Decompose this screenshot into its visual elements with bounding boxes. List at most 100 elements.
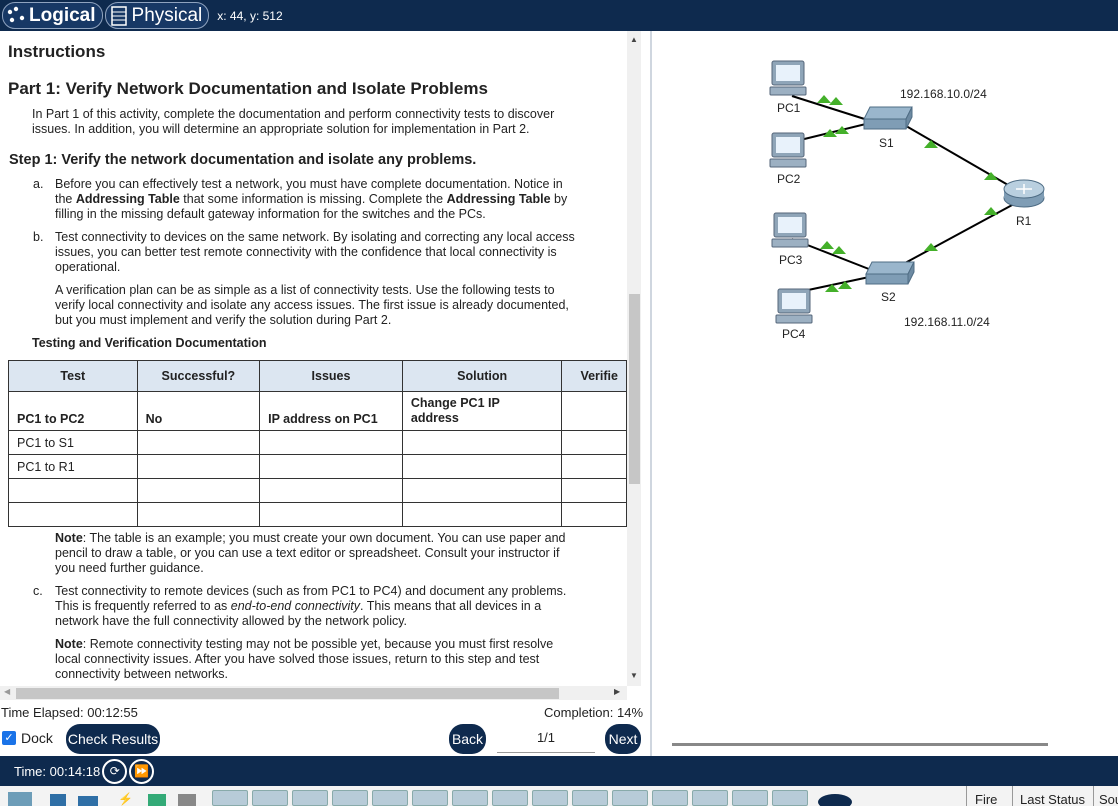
bottom-time-bar: Time: 00:14:18 ⟳ ⏩: [0, 756, 1118, 786]
item-b-text: Test connectivity to devices on the same…: [55, 230, 575, 275]
vp-line: A verification plan can be as simple as …: [55, 283, 555, 297]
switch-model-tile[interactable]: [372, 790, 408, 806]
physical-view-button[interactable]: Physical: [104, 2, 210, 29]
physical-rack-icon: [109, 5, 129, 26]
link-up-icon: [817, 95, 831, 103]
switch-model-tile[interactable]: [412, 790, 448, 806]
device-category-icon[interactable]: [148, 794, 166, 806]
item-a-line: the Addressing Table that some informati…: [55, 192, 567, 207]
table-cell: [561, 502, 627, 527]
scroll-right-icon[interactable]: ▶: [614, 687, 620, 696]
note-line: Note: Remote connectivity testing may no…: [55, 637, 553, 652]
note-line: local connectivity issues. After you hav…: [55, 652, 540, 666]
part-intro: In Part 1 of this activity, complete the…: [32, 107, 554, 137]
table-row: PC1 to R1: [8, 454, 627, 479]
switch-model-tile[interactable]: [612, 790, 648, 806]
lightning-icon[interactable]: ⚡: [118, 792, 133, 806]
pc1-icon[interactable]: [769, 60, 807, 96]
s1-label: S1: [879, 136, 894, 150]
check-results-button[interactable]: Check Results: [66, 724, 160, 754]
switch-model-tile[interactable]: [652, 790, 688, 806]
switch-model-tile[interactable]: [532, 790, 568, 806]
table-cell: [561, 454, 627, 479]
pc3-label: PC3: [779, 253, 803, 267]
device-toolbar: ⚡ Fire Last Status Sou: [0, 786, 1118, 806]
item-a-text: Before you can effectively test a networ…: [55, 177, 567, 222]
column-divider: [966, 786, 967, 806]
switch-model-tile[interactable]: [492, 790, 528, 806]
r1-router-icon[interactable]: [1003, 179, 1045, 208]
device-category-icon[interactable]: [178, 794, 196, 806]
source-column-header[interactable]: Sou: [1099, 792, 1118, 806]
fire-column-header[interactable]: Fire: [975, 792, 997, 806]
link-s1-r1: [893, 118, 1016, 190]
pc2-label: PC2: [777, 172, 801, 186]
logical-view-button[interactable]: Logical: [2, 2, 103, 29]
vp-line: verify local connectivity and isolate an…: [55, 298, 569, 312]
switch-model-tile[interactable]: [212, 790, 248, 806]
table-row: PC1 to PC2 No IP address on PC1 Change P…: [8, 391, 627, 431]
item-c-line: Test connectivity to remote devices (suc…: [55, 584, 567, 598]
note-line: connectivity between networks.: [55, 667, 229, 681]
item-b-line: operational.: [55, 260, 121, 274]
s2-switch-icon[interactable]: [865, 261, 915, 285]
table-cell: No: [136, 391, 261, 431]
device-category-icon[interactable]: [78, 796, 98, 806]
verification-plan-text: A verification plan can be as simple as …: [55, 283, 569, 328]
table-cell: PC1 to S1: [8, 430, 138, 455]
dock-checkbox[interactable]: ✓: [2, 731, 16, 745]
scroll-up-icon[interactable]: ▲: [629, 35, 639, 44]
switch-model-tile[interactable]: [332, 790, 368, 806]
text-span: This is frequently referred to as: [55, 599, 231, 613]
table-row: [8, 502, 627, 527]
pc3-icon[interactable]: [771, 212, 809, 248]
switch-model-tile[interactable]: [772, 790, 808, 806]
device-category-icon[interactable]: [8, 792, 32, 806]
pc4-icon[interactable]: [775, 288, 813, 324]
switch-model-tile[interactable]: [452, 790, 488, 806]
table-cell: PC1 to R1: [8, 454, 138, 479]
s1-switch-icon[interactable]: [863, 106, 913, 130]
scroll-left-icon[interactable]: ◀: [4, 687, 10, 696]
scroll-down-icon[interactable]: ▼: [629, 671, 639, 680]
physical-label: Physical: [131, 4, 203, 26]
scroll-thumb[interactable]: [629, 294, 640, 484]
item-a-line: Before you can effectively test a networ…: [55, 177, 563, 191]
switch-model-tile[interactable]: [292, 790, 328, 806]
table-cell: [561, 478, 627, 503]
scenario-icon[interactable]: [818, 794, 852, 806]
power-cycle-icon[interactable]: ⟳: [102, 758, 128, 784]
switch-model-tile[interactable]: [572, 790, 608, 806]
switch-model-tile[interactable]: [692, 790, 728, 806]
note-label: Note: [55, 531, 83, 545]
text-span: that some information is missing. Comple…: [179, 192, 447, 206]
pc2-icon[interactable]: [769, 132, 807, 168]
item-c-line: network have the full connectivity allow…: [55, 614, 408, 628]
table-row: [8, 478, 627, 503]
link-up-icon: [829, 97, 843, 105]
next-button[interactable]: Next: [605, 724, 641, 754]
device-category-icon[interactable]: [50, 794, 66, 806]
note-1: Note: The table is an example; you must …: [55, 531, 566, 576]
pc1-label: PC1: [777, 101, 801, 115]
table-cell: [8, 478, 138, 503]
item-c-line: This is frequently referred to as end-to…: [55, 599, 566, 614]
panel-splitter[interactable]: [672, 743, 1048, 746]
switch-model-tile[interactable]: [732, 790, 768, 806]
item-c-label: c.: [33, 584, 43, 598]
note-line: pencil to draw a table, or you can use a…: [55, 546, 560, 560]
fast-forward-icon[interactable]: ⏩: [129, 758, 155, 784]
item-b-label: b.: [33, 230, 44, 244]
network-2-label: 192.168.11.0/24: [904, 315, 990, 329]
switch-model-tile[interactable]: [252, 790, 288, 806]
scroll-thumb[interactable]: [16, 688, 559, 699]
note-line: Note: The table is an example; you must …: [55, 531, 566, 546]
vertical-scrollbar[interactable]: ▲ ▼: [627, 31, 641, 686]
back-button[interactable]: Back: [449, 724, 486, 754]
last-status-column-header[interactable]: Last Status: [1020, 792, 1085, 806]
topology-canvas[interactable]: PC1 PC2 PC3 PC4 S1 S2 R1 192.168.10.0/24…: [652, 31, 1118, 756]
time-elapsed: Time Elapsed: 00:12:55: [1, 705, 138, 720]
table-cell: [136, 454, 261, 479]
top-toolbar: Logical Physical x: 44, y: 512: [0, 0, 1118, 31]
horizontal-scrollbar[interactable]: ◀ ▶: [0, 686, 627, 700]
